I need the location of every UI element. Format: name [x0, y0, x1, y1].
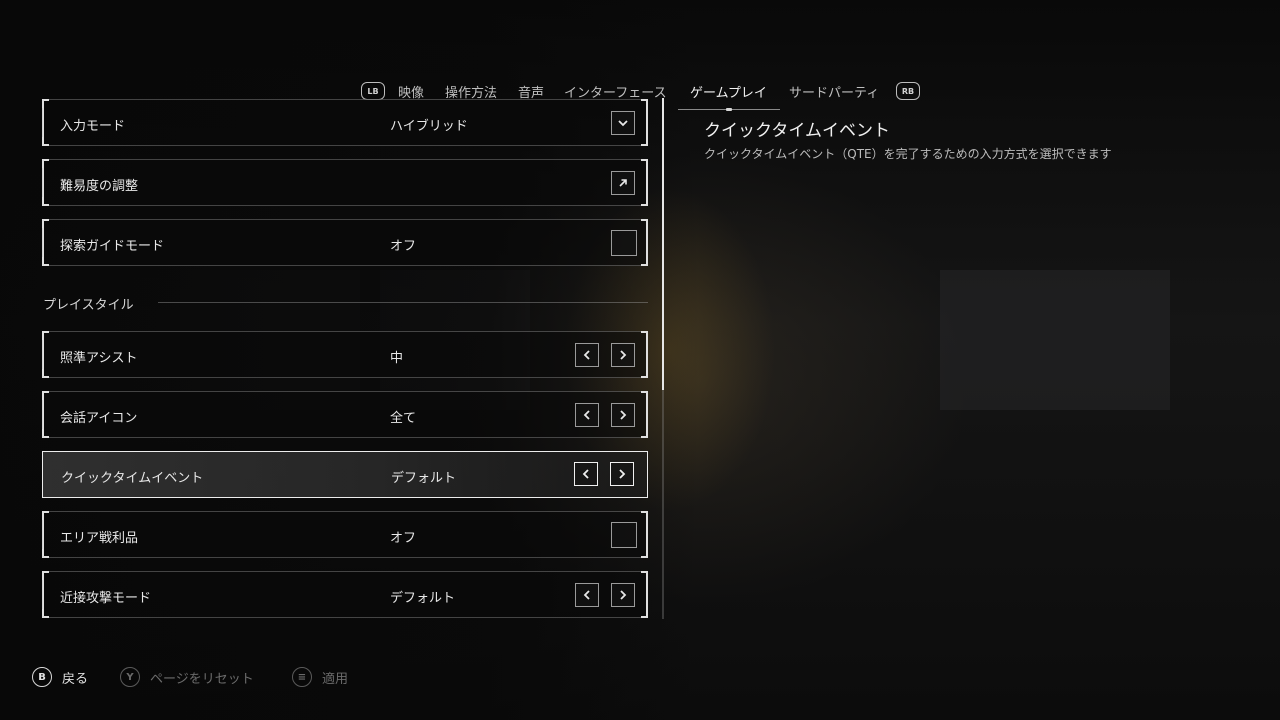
b-button-icon: B [32, 667, 52, 687]
setting-label: 近接攻撃モード [60, 591, 152, 606]
setting-label: 照準アシスト [60, 351, 138, 366]
reset-label: ページをリセット [150, 671, 254, 687]
y-button-icon: Y [120, 667, 140, 687]
chevron-left-icon[interactable] [575, 343, 599, 367]
setting-row-difficulty[interactable]: 難易度の調整 [42, 159, 648, 206]
setting-value: デフォルト [390, 591, 456, 606]
chevron-right-icon[interactable] [611, 583, 635, 607]
tab-third-party[interactable]: サードパーティ [789, 82, 879, 101]
scrollbar-thumb[interactable] [662, 98, 664, 390]
reset-page-button[interactable]: Y ページをリセット [120, 666, 254, 688]
chevron-left-icon[interactable] [575, 403, 599, 427]
chevron-right-icon[interactable] [611, 403, 635, 427]
setting-label: 会話アイコン [60, 411, 138, 426]
active-tab-indicator [726, 108, 732, 111]
setting-value: デフォルト [391, 471, 457, 486]
chevron-left-icon[interactable] [575, 583, 599, 607]
category-tabs: LB 映像 操作方法 音声 インターフェース ゲームプレイ サードパーティ RB [0, 38, 1280, 111]
apply-label: 適用 [322, 671, 349, 687]
lb-bumper-icon[interactable]: LB [361, 82, 385, 100]
setting-row-melee-mode[interactable]: 近接攻撃モード デフォルト [42, 571, 648, 618]
rb-bumper-icon[interactable]: RB [896, 82, 920, 100]
dropdown-chevron-icon[interactable] [611, 111, 635, 135]
chevron-right-icon[interactable] [611, 343, 635, 367]
description-text: クイックタイムイベント（QTE）を完了するための入力方式を選択できます [704, 147, 1112, 161]
setting-row-explore-guide[interactable]: 探索ガイドモード オフ [42, 219, 648, 266]
toggle-checkbox[interactable] [611, 230, 637, 256]
setting-label: エリア戦利品 [60, 531, 139, 546]
apply-button[interactable]: ≡ 適用 [292, 666, 348, 688]
menu-button-icon: ≡ [292, 667, 312, 687]
setting-row-area-loot[interactable]: エリア戦利品 オフ [42, 511, 648, 558]
back-label: 戻る [62, 671, 89, 687]
description-title: クイックタイムイベント [704, 121, 890, 141]
setting-value: 全て [390, 411, 417, 426]
back-button[interactable]: B 戻る [32, 666, 88, 688]
toggle-checkbox[interactable] [611, 522, 637, 548]
setting-row-aim-assist[interactable]: 照準アシスト 中 [42, 331, 648, 378]
section-divider [158, 302, 648, 303]
setting-value: ハイブリッド [390, 119, 468, 134]
setting-value: オフ [390, 531, 417, 546]
setting-label: クイックタイムイベント [61, 471, 204, 486]
setting-label: 難易度の調整 [60, 179, 139, 194]
setting-row-quick-time-event[interactable]: クイックタイムイベント デフォルト [42, 451, 648, 498]
tab-gameplay[interactable]: ゲームプレイ [690, 82, 767, 101]
setting-value: オフ [390, 239, 417, 254]
setting-row-input-mode[interactable]: 入力モード ハイブリッド [42, 99, 648, 146]
section-header-playstyle: プレイスタイル [43, 298, 134, 313]
chevron-left-icon[interactable] [574, 462, 598, 486]
setting-row-dialogue-icon[interactable]: 会話アイコン 全て [42, 391, 648, 438]
setting-label: 探索ガイドモード [60, 239, 165, 254]
setting-value: 中 [390, 351, 404, 366]
open-submenu-arrow-icon[interactable] [611, 171, 635, 195]
chevron-right-icon[interactable] [610, 462, 634, 486]
setting-label: 入力モード [60, 119, 126, 134]
